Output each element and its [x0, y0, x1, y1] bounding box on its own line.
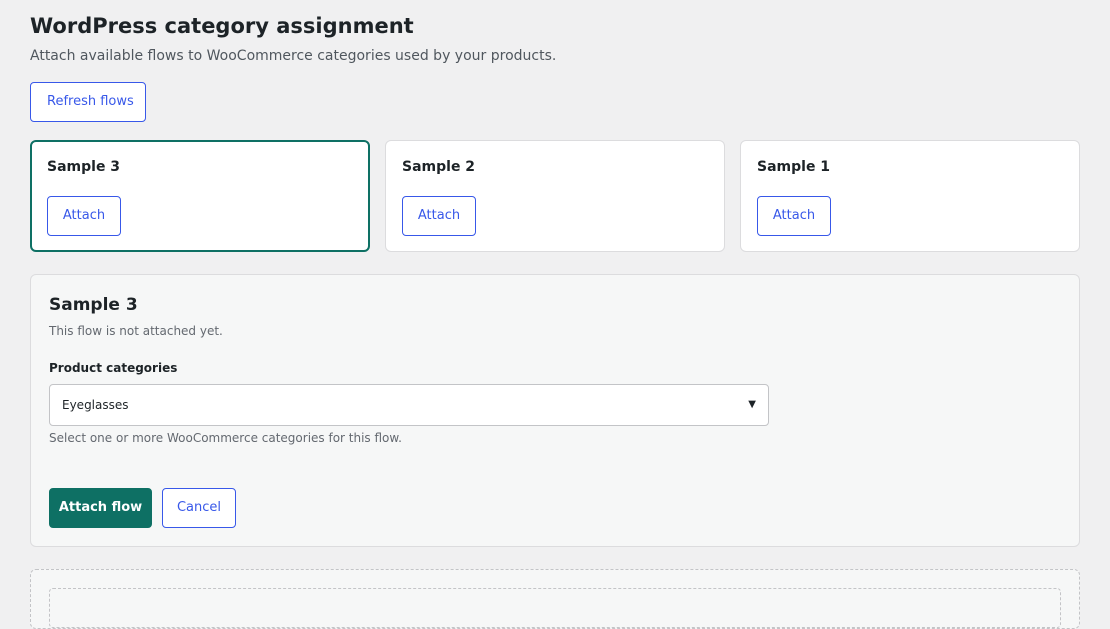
flow-cards: Sample 3 Attach Sample 2 Attach Sample 1… [30, 140, 1080, 252]
categories-help-text: Select one or more WooCommerce categorie… [49, 431, 402, 445]
caret-down-icon: ▼ [748, 399, 756, 410]
product-categories-label: Product categories [49, 361, 178, 375]
page-subtitle: Attach available flows to WooCommerce ca… [30, 48, 557, 64]
product-categories-select[interactable]: Eyeglasses ▼ [49, 384, 769, 426]
attached-flows-placeholder [49, 588, 1061, 628]
page-title: WordPress category assignment [30, 14, 414, 38]
attach-button[interactable]: Attach [757, 196, 831, 236]
cancel-button[interactable]: Cancel [162, 488, 236, 528]
attach-button[interactable]: Attach [47, 196, 121, 236]
flow-card-sample-3[interactable]: Sample 3 Attach [30, 140, 370, 252]
selected-category-value: Eyeglasses [62, 398, 129, 412]
flow-card-title: Sample 2 [402, 159, 476, 175]
attachment-status-text: This flow is not attached yet. [49, 324, 223, 338]
flow-card-sample-1[interactable]: Sample 1 Attach [740, 140, 1080, 252]
flow-card-title: Sample 1 [757, 159, 831, 175]
refresh-flows-button[interactable]: Refresh flows [30, 82, 146, 122]
attached-flows-panel [30, 569, 1080, 629]
flow-card-title: Sample 3 [47, 159, 121, 175]
attach-button[interactable]: Attach [402, 196, 476, 236]
flow-card-sample-2[interactable]: Sample 2 Attach [385, 140, 725, 252]
flow-detail-panel: Sample 3 This flow is not attached yet. … [30, 274, 1080, 547]
attach-flow-button[interactable]: Attach flow [49, 488, 152, 528]
detail-title: Sample 3 [49, 295, 138, 315]
